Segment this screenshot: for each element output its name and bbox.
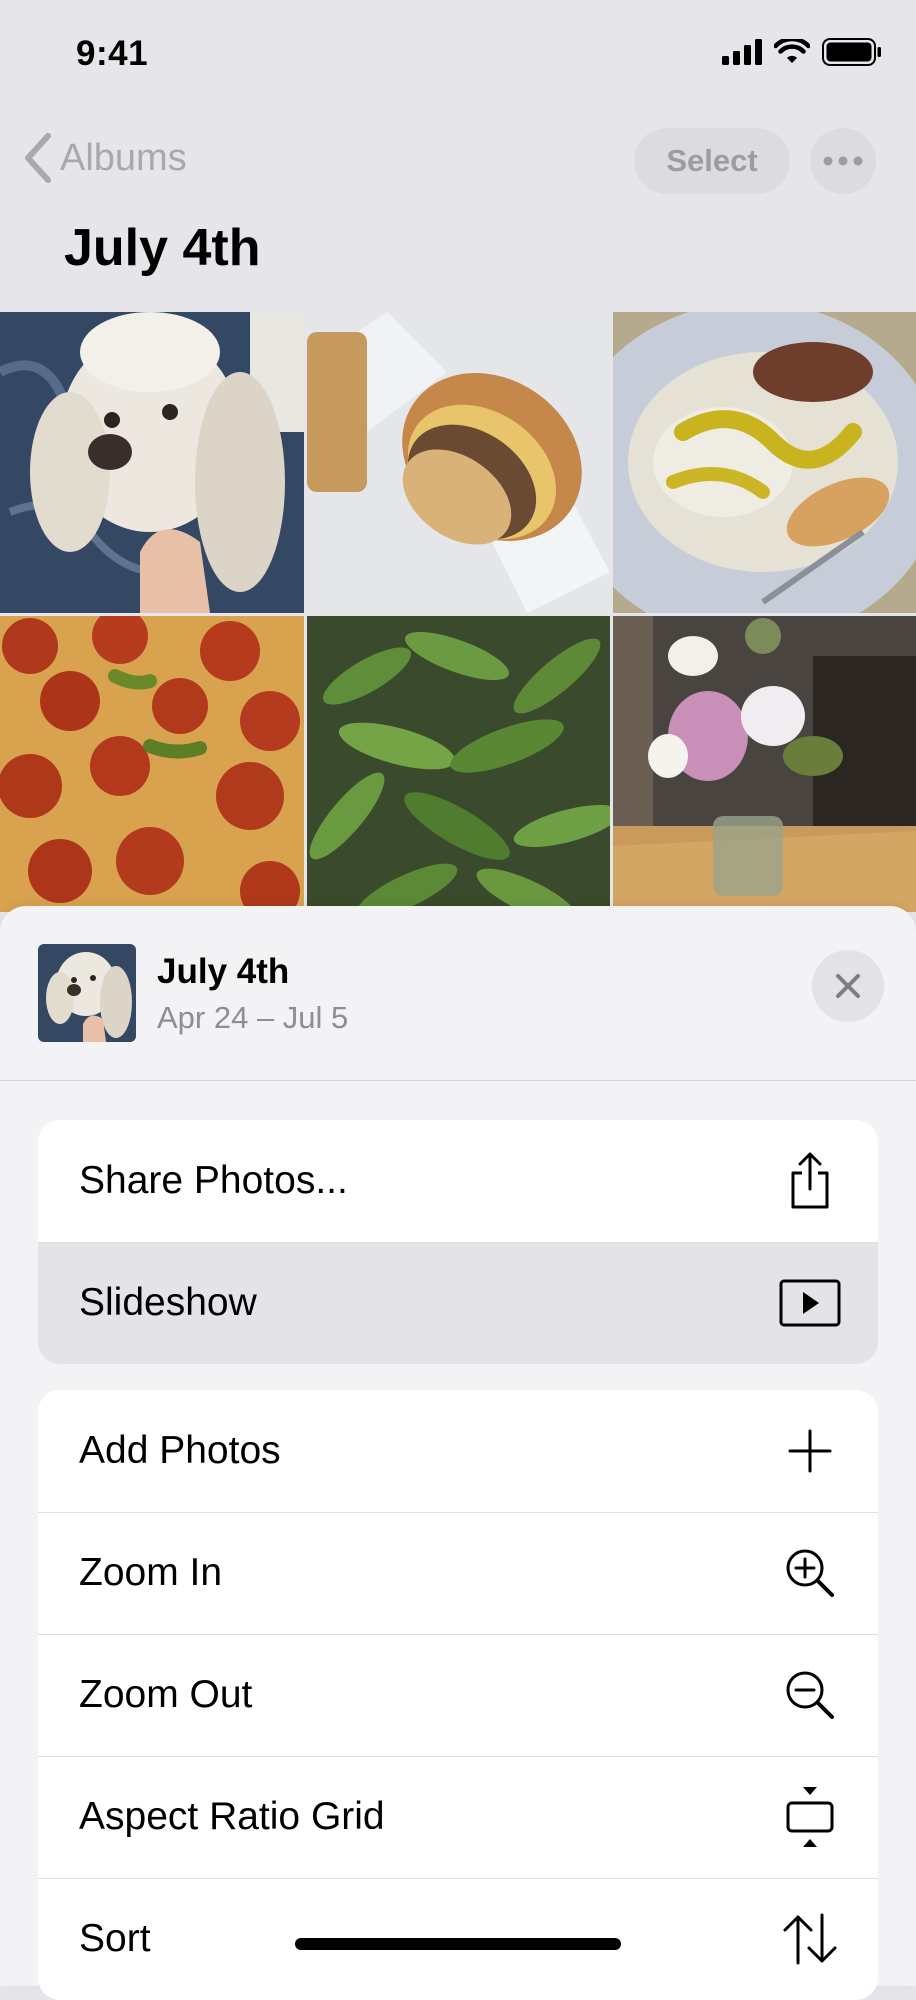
photo-grid <box>0 312 916 912</box>
menu-item-add-photos[interactable]: Add Photos <box>38 1390 878 1512</box>
chevron-left-icon <box>25 133 51 183</box>
back-label: Albums <box>60 136 187 179</box>
photo-dog[interactable] <box>0 312 304 613</box>
album-dates: Apr 24 – Jul 5 <box>157 1000 349 1035</box>
sort-icon <box>776 1905 844 1973</box>
menu-group-primary: Share Photos... Slideshow <box>38 1120 878 1364</box>
photo-plate[interactable] <box>613 312 916 613</box>
photo-sandwich[interactable] <box>307 312 610 613</box>
photo-plant[interactable] <box>307 616 610 912</box>
ellipsis-icon <box>823 156 863 166</box>
action-sheet: July 4th Apr 24 – Jul 5 Share Photos... … <box>0 906 916 2000</box>
page-title: July 4th <box>64 219 261 277</box>
album-thumbnail <box>38 944 136 1042</box>
menu-item-share-photos[interactable]: Share Photos... <box>38 1120 878 1242</box>
photo-flowers[interactable] <box>613 616 916 912</box>
menu-item-label: Zoom Out <box>79 1673 253 1716</box>
zoom-in-icon <box>776 1539 844 1607</box>
menu-item-label: Zoom In <box>79 1551 223 1594</box>
home-indicator[interactable] <box>295 1938 621 1950</box>
wifi-icon <box>774 39 810 63</box>
aspect-ratio-icon <box>776 1783 844 1851</box>
battery-icon <box>822 38 881 66</box>
select-button[interactable]: Select <box>634 128 790 194</box>
menu-item-zoom-in[interactable]: Zoom In <box>38 1512 878 1634</box>
menu-item-aspect-ratio-grid[interactable]: Aspect Ratio Grid <box>38 1756 878 1878</box>
status-time: 9:41 <box>76 34 149 73</box>
menu-item-slideshow[interactable]: Slideshow <box>38 1242 878 1364</box>
cellular-signal-icon <box>722 39 762 65</box>
menu-item-label: Share Photos... <box>79 1159 348 1202</box>
menu-item-label: Slideshow <box>79 1281 257 1324</box>
close-button[interactable] <box>812 950 884 1022</box>
play-icon <box>776 1269 844 1337</box>
share-icon <box>776 1147 844 1215</box>
more-button[interactable] <box>810 128 876 194</box>
zoom-out-icon <box>776 1661 844 1729</box>
photo-pizza[interactable] <box>0 616 304 912</box>
status-icons <box>722 38 882 66</box>
menu-item-zoom-out[interactable]: Zoom Out <box>38 1634 878 1756</box>
menu-group-secondary: Add Photos Zoom In Zoom Out Aspect Ratio… <box>38 1390 878 2000</box>
close-icon <box>836 974 860 998</box>
menu-item-label: Sort <box>79 1917 151 1960</box>
sheet-header: July 4th Apr 24 – Jul 5 <box>0 906 916 1081</box>
plus-icon <box>776 1417 844 1485</box>
status-bar: 9:41 <box>0 0 916 110</box>
menu-item-label: Aspect Ratio Grid <box>79 1795 385 1838</box>
back-button[interactable]: Albums <box>20 132 187 184</box>
album-title: July 4th <box>157 952 290 991</box>
menu-item-label: Add Photos <box>79 1429 281 1472</box>
